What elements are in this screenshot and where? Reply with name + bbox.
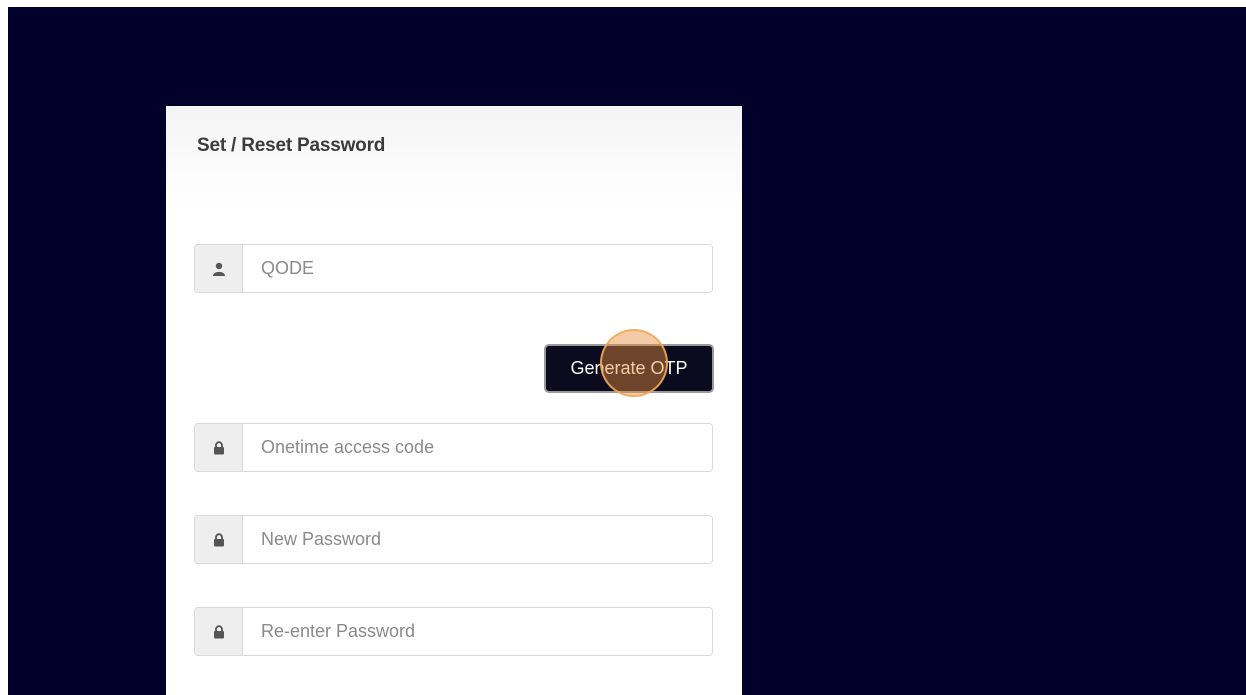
user-icon (195, 245, 243, 292)
qode-input[interactable] (243, 245, 712, 292)
page-title: Set / Reset Password (197, 135, 386, 156)
lock-icon (195, 516, 243, 563)
otp-input[interactable] (243, 424, 712, 471)
lock-icon (195, 424, 243, 471)
generate-otp-button[interactable]: Generate OTP (544, 344, 714, 393)
new-password-input[interactable] (243, 516, 712, 563)
reenter-password-input-group (194, 607, 713, 656)
qode-input-group (194, 244, 713, 293)
page-background: Set / Reset Password Generate OTP (8, 7, 1246, 695)
card-header: Set / Reset Password (166, 106, 742, 206)
new-password-input-group (194, 515, 713, 564)
lock-icon (195, 608, 243, 655)
reenter-password-input[interactable] (243, 608, 712, 655)
otp-input-group (194, 423, 713, 472)
reset-password-card: Set / Reset Password Generate OTP (166, 106, 742, 695)
